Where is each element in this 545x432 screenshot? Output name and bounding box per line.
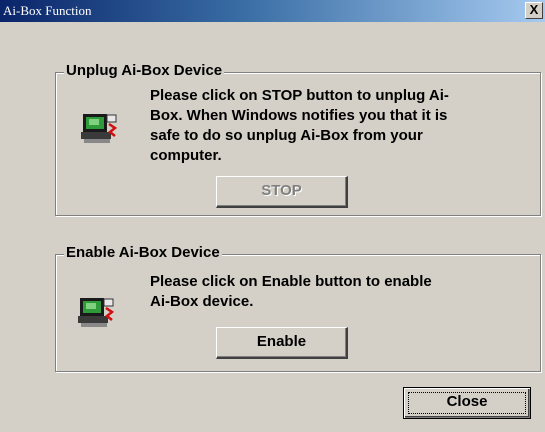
close-window-icon[interactable]: X (525, 2, 543, 19)
enable-description: Please click on Enable button to enable … (150, 273, 432, 310)
window-title: Ai-Box Function (3, 3, 92, 18)
unplug-description: Please click on STOP button to unplug Ai… (150, 87, 449, 164)
enable-group-legend: Enable Ai-Box Device (64, 244, 222, 262)
device-icon (78, 298, 115, 327)
close-button-label: Close (446, 393, 488, 410)
close-button[interactable]: Close (403, 387, 531, 419)
enable-button[interactable]: Enable (216, 327, 348, 359)
stop-button[interactable]: STOP (216, 176, 348, 208)
unplug-group-legend: Unplug Ai-Box Device (64, 62, 225, 80)
device-icon (81, 114, 118, 143)
title-bar[interactable]: Ai-Box Function X (0, 0, 545, 22)
